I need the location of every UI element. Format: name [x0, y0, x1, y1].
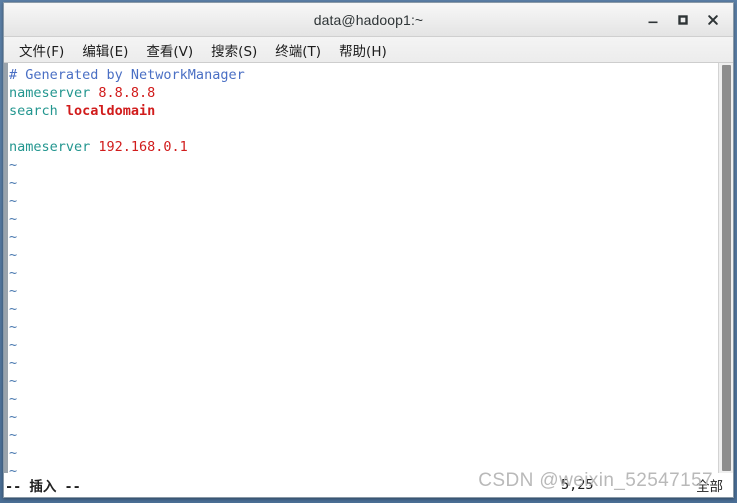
vim-directive-value: 8.8.8.8 — [98, 85, 156, 101]
vim-empty-line-marker: ~ — [9, 211, 18, 227]
vim-empty-line-marker: ~ — [9, 247, 18, 263]
vim-empty-line-marker: ~ — [9, 427, 18, 443]
vim-empty-line-marker: ~ — [9, 337, 18, 353]
vim-directive-value: localdomain — [65, 103, 156, 119]
menu-item-search[interactable]: 搜索(S) — [202, 38, 266, 62]
vim-empty-line-marker: ~ — [9, 229, 18, 245]
menu-item-help[interactable]: 帮助(H) — [330, 38, 396, 62]
close-button[interactable] — [699, 7, 727, 33]
vim-empty-line-marker: ~ — [9, 391, 18, 407]
maximize-button[interactable] — [669, 7, 697, 33]
vim-buffer-lines: # Generated by NetworkManager nameserver … — [9, 66, 733, 473]
vim-empty-line-marker: ~ — [9, 301, 18, 317]
window-controls — [639, 3, 727, 36]
menubar: 文件(F) 编辑(E) 查看(V) 搜索(S) 终端(T) 帮助(H) — [4, 37, 733, 63]
vim-scroll-scope: 全部 — [696, 479, 723, 495]
vim-directive-key: nameserver — [9, 85, 99, 101]
terminal-right-scrollbar-thumb[interactable] — [722, 65, 731, 471]
vim-empty-line-marker: ~ — [9, 175, 18, 191]
menu-item-edit[interactable]: 编辑(E) — [73, 38, 137, 62]
vim-empty-line-marker: ~ — [9, 445, 18, 461]
terminal-window: data@hadoop1:~ 文件(F) 编辑(E) 查看(V) 搜索(S) 终… — [3, 2, 734, 498]
vim-line: # Generated by NetworkManager — [9, 66, 733, 84]
vim-empty-line-marker: ~ — [9, 265, 18, 281]
vim-blank-line — [9, 120, 733, 138]
vim-empty-line-marker: ~ — [9, 193, 18, 209]
vim-cursor-position: 5,25 — [561, 477, 594, 493]
vim-statusline: -- 插入 -- 5,25 全部 — [4, 473, 733, 497]
menu-item-terminal[interactable]: 终端(T) — [266, 38, 330, 62]
vim-line: search localdomain — [9, 102, 733, 120]
vim-empty-line-marker: ~ — [9, 373, 18, 389]
vim-buffer[interactable]: # Generated by NetworkManager nameserver … — [8, 63, 733, 473]
vim-mode-indicator: -- 插入 -- — [5, 479, 81, 495]
vim-directive-value: 192.168.0.1 — [98, 139, 188, 155]
vim-empty-line-marker: ~ — [9, 157, 18, 173]
vim-empty-line-marker: ~ — [9, 319, 18, 335]
terminal-body: # Generated by NetworkManager nameserver … — [4, 63, 733, 473]
vim-line: nameserver 8.8.8.8 — [9, 84, 733, 102]
vim-directive-key: nameserver — [9, 139, 99, 155]
minimize-button[interactable] — [639, 7, 667, 33]
menu-item-file[interactable]: 文件(F) — [10, 38, 73, 62]
vim-empty-line-marker: ~ — [9, 463, 18, 473]
vim-empty-line-marker: ~ — [9, 283, 18, 299]
terminal-right-scrollbar[interactable] — [718, 63, 733, 473]
window-title: data@hadoop1:~ — [313, 11, 424, 28]
vim-empty-line-marker: ~ — [9, 355, 18, 371]
vim-directive-key: search — [9, 103, 66, 119]
menu-item-view[interactable]: 查看(V) — [137, 38, 202, 62]
vim-comment-text: # Generated by NetworkManager — [9, 67, 245, 83]
window-titlebar[interactable]: data@hadoop1:~ — [4, 3, 733, 37]
vim-empty-line-marker: ~ — [9, 409, 18, 425]
vim-line: nameserver 192.168.0.1 — [9, 138, 733, 156]
desktop-background: data@hadoop1:~ 文件(F) 编辑(E) 查看(V) 搜索(S) 终… — [0, 0, 737, 503]
